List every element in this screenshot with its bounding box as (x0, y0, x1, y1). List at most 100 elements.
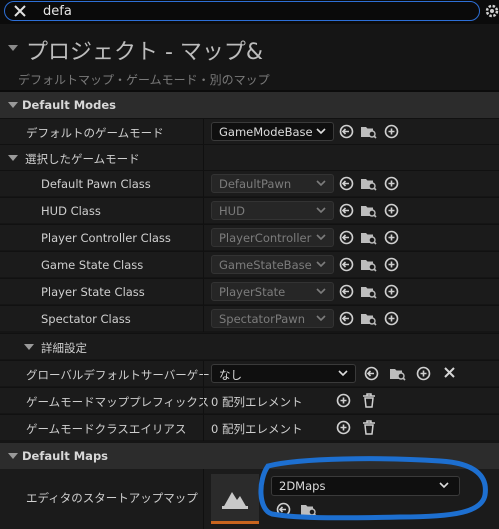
selected-game-mode-group[interactable]: 選択したゲームモード (0, 144, 499, 171)
browse-folder-icon[interactable] (360, 257, 377, 272)
column-divider (203, 252, 204, 278)
use-selected-arrow-icon[interactable] (339, 230, 354, 245)
default-game-mode-label: デフォルトのゲームモード (26, 126, 164, 140)
dropdown-value: なし (219, 368, 242, 382)
class-dropdown[interactable]: PlayerState (211, 282, 334, 301)
clear-search-icon[interactable] (13, 4, 27, 18)
default-game-mode-dropdown[interactable]: GameModeBase (211, 122, 334, 141)
add-plus-icon[interactable] (384, 230, 399, 245)
section-default-maps[interactable]: Default Maps (0, 443, 499, 469)
search-input[interactable]: defa (43, 4, 72, 19)
chevron-down-icon (316, 260, 326, 268)
advanced-settings-group[interactable]: 詳細設定 (0, 333, 499, 359)
class-dropdown[interactable]: GameStateBase (211, 255, 334, 274)
use-selected-arrow-icon[interactable] (339, 203, 354, 218)
add-plus-icon[interactable] (384, 284, 399, 299)
clear-x-icon[interactable] (443, 366, 456, 379)
chevron-down-icon (316, 206, 326, 214)
class-label: HUD Class (41, 204, 101, 218)
class-dropdown[interactable]: SpectatorPawn (211, 309, 334, 328)
trash-icon[interactable] (362, 420, 376, 435)
search-bar: defa (0, 0, 499, 24)
add-plus-icon[interactable] (384, 311, 399, 326)
use-selected-arrow-icon[interactable] (339, 311, 354, 326)
class-label: Player Controller Class (41, 231, 171, 245)
use-selected-arrow-icon[interactable] (339, 284, 354, 299)
startup-map-dropdown[interactable]: 2DMaps (271, 476, 460, 496)
browse-folder-icon[interactable] (360, 311, 377, 326)
class-row: Default Pawn Class DefaultPawn (0, 170, 499, 197)
chevron-down-icon (316, 233, 326, 241)
class-row: Player State Class PlayerState (0, 278, 499, 305)
class-dropdown[interactable]: PlayerController (211, 228, 334, 247)
search-field[interactable]: defa (4, 1, 480, 21)
column-divider (203, 415, 204, 441)
add-plus-icon[interactable] (416, 366, 431, 381)
settings-gear-icon[interactable] (484, 3, 499, 19)
editor-startup-map-row: エディタのスタートアップマップ 2DMaps (0, 469, 499, 529)
use-selected-arrow-icon[interactable] (339, 124, 354, 139)
use-selected-arrow-icon[interactable] (276, 502, 291, 517)
add-plus-icon[interactable] (384, 257, 399, 272)
add-plus-icon[interactable] (384, 176, 399, 191)
add-plus-icon[interactable] (384, 124, 399, 139)
page-title: プロジェクト - マップ& (26, 40, 264, 65)
class-row: HUD Class HUD (0, 197, 499, 224)
browse-folder-icon[interactable] (360, 176, 377, 191)
global-server-game-mode-label: グローバルデフォルトサーバーゲー... (26, 368, 221, 382)
section-label: Default Modes (22, 98, 116, 112)
class-dropdown[interactable]: HUD (211, 201, 334, 220)
trash-icon[interactable] (362, 393, 376, 408)
collapse-caret-icon (8, 102, 18, 108)
class-row: Spectator Class SpectatorPawn (0, 305, 499, 332)
browse-folder-icon[interactable] (300, 502, 317, 517)
array-count: 0 配列エレメント (211, 395, 303, 409)
level-map-icon (221, 484, 249, 510)
class-dropdown[interactable]: DefaultPawn (211, 174, 334, 193)
dropdown-value: SpectatorPawn (219, 312, 305, 326)
use-selected-arrow-icon[interactable] (339, 176, 354, 191)
browse-folder-icon[interactable] (360, 124, 377, 139)
default-game-mode-row: デフォルトのゲームモード GameModeBase (0, 118, 499, 145)
column-divider (203, 361, 204, 387)
use-selected-arrow-icon[interactable] (364, 366, 379, 381)
browse-folder-icon[interactable] (360, 230, 377, 245)
chevron-down-icon (316, 179, 326, 187)
browse-folder-icon[interactable] (360, 284, 377, 299)
dropdown-value: 2DMaps (279, 479, 326, 493)
column-divider (203, 225, 204, 251)
header-collapse-icon[interactable] (8, 45, 18, 51)
chevron-down-icon (338, 369, 348, 377)
collapse-caret-icon (8, 453, 18, 459)
page-subtitle: デフォルトマップ・ゲームモード・別のマップ (18, 73, 270, 87)
game-mode-class-alias-row: ゲームモードクラスエイリアス 0 配列エレメント (0, 414, 499, 441)
collapse-caret-icon (24, 344, 34, 350)
column-divider (203, 171, 204, 197)
column-divider (203, 469, 204, 529)
add-element-plus-icon[interactable] (336, 393, 351, 408)
class-label: Spectator Class (41, 312, 131, 326)
game-mode-map-prefix-row: ゲームモードマッププレフィックス 0 配列エレメント (0, 387, 499, 414)
global-server-game-mode-dropdown[interactable]: なし (211, 364, 356, 383)
chevron-down-icon (316, 314, 326, 322)
map-thumbnail[interactable] (211, 474, 259, 524)
section-default-modes[interactable]: Default Modes (0, 92, 499, 118)
class-label: Default Pawn Class (41, 177, 151, 191)
dropdown-value: GameModeBase (219, 125, 313, 139)
chevron-down-icon (316, 287, 326, 295)
class-label: Game State Class (41, 258, 144, 272)
advanced-settings-label: 詳細設定 (41, 341, 87, 355)
column-divider (203, 306, 204, 332)
column-divider (203, 388, 204, 414)
browse-folder-icon[interactable] (389, 366, 406, 381)
dropdown-value: DefaultPawn (219, 177, 292, 191)
collapse-caret-icon (8, 155, 18, 161)
class-row: Player Controller Class PlayerController (0, 224, 499, 251)
add-plus-icon[interactable] (384, 203, 399, 218)
global-server-game-mode-row: グローバルデフォルトサーバーゲー... なし (0, 360, 499, 387)
section-label: Default Maps (22, 449, 109, 463)
add-element-plus-icon[interactable] (336, 420, 351, 435)
browse-folder-icon[interactable] (360, 203, 377, 218)
use-selected-arrow-icon[interactable] (339, 257, 354, 272)
map-prefix-label: ゲームモードマッププレフィックス (26, 395, 210, 409)
